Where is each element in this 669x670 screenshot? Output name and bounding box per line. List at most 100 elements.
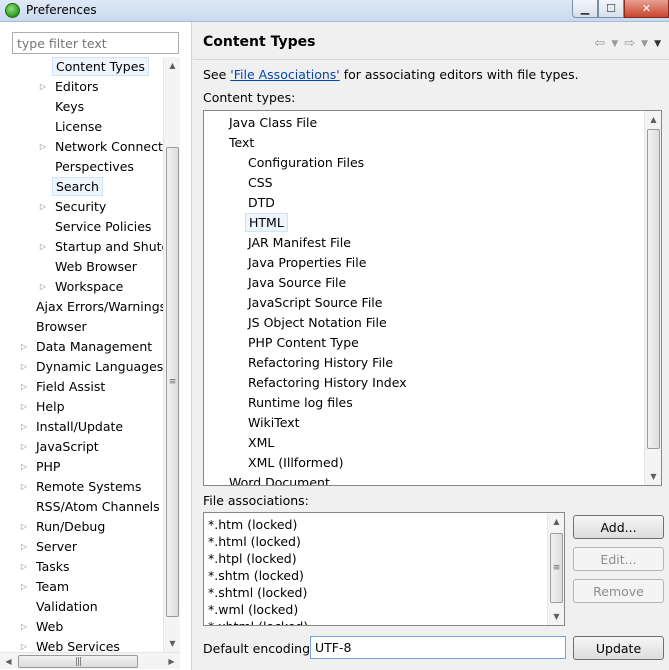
content-type-item[interactable]: XML — [245, 433, 277, 452]
expand-arrow-icon[interactable]: ▷ — [38, 197, 48, 216]
filter-input[interactable] — [12, 32, 179, 54]
back-menu-chevron-icon[interactable]: ▼ — [611, 36, 618, 52]
content-type-item[interactable]: WikiText — [245, 413, 303, 432]
tree-item[interactable]: ▷ Data Management — [0, 337, 163, 356]
tree-item[interactable]: ▷ Security — [0, 197, 163, 216]
forward-menu-chevron-icon[interactable]: ▼ — [641, 36, 648, 52]
tree-item[interactable]: ▷ Run/Debug — [0, 517, 163, 536]
content-type-item[interactable]: Java Source File — [245, 273, 349, 292]
expand-arrow-icon[interactable]: ▷ — [19, 557, 29, 576]
expand-arrow-icon[interactable]: ▷ — [38, 137, 48, 156]
tree-item[interactable]: Browser — [0, 317, 163, 336]
tree-item[interactable]: ▷ Team — [0, 577, 163, 596]
content-types-scroll-thumb[interactable] — [647, 129, 660, 449]
content-type-item[interactable]: HTML — [245, 213, 288, 232]
maximize-button[interactable]: ☐ — [598, 0, 624, 18]
content-type-item[interactable]: Word Document — [226, 473, 333, 485]
expand-arrow-icon[interactable]: ▷ — [19, 457, 29, 476]
content-type-item[interactable]: Refactoring History Index — [245, 373, 410, 392]
tree-item[interactable]: ▷ Editors — [0, 77, 163, 96]
tree-item[interactable]: ▷ Network Connectio — [0, 137, 163, 156]
scroll-left-icon[interactable]: ◀ — [0, 653, 17, 670]
scroll-up-icon[interactable]: ▲ — [164, 57, 181, 74]
tree-item[interactable]: Perspectives — [0, 157, 163, 176]
content-type-item[interactable]: Runtime log files — [245, 393, 356, 412]
tree-item[interactable]: License — [0, 117, 163, 136]
expand-arrow-icon[interactable]: ▷ — [38, 237, 48, 256]
add-button[interactable]: Add... — [573, 515, 664, 539]
file-association-item[interactable]: *.html (locked) — [208, 533, 301, 550]
file-associations-scrollbar[interactable]: ▲ ≡ ▼ — [547, 513, 564, 625]
expand-arrow-icon[interactable]: ▷ — [38, 277, 48, 296]
expand-arrow-icon[interactable]: ▷ — [38, 77, 48, 96]
tree-item[interactable]: ▷ JavaScript — [0, 437, 163, 456]
content-type-item[interactable]: JAR Manifest File — [245, 233, 354, 252]
file-association-item[interactable]: *.shtml (locked) — [208, 584, 307, 601]
expand-arrow-icon[interactable]: ▷ — [19, 537, 29, 556]
remove-button[interactable]: Remove — [573, 579, 664, 603]
scroll-right-icon[interactable]: ▶ — [163, 653, 180, 670]
content-type-item[interactable]: JS Object Notation File — [245, 313, 390, 332]
tree-item[interactable]: RSS/Atom Channels — [0, 497, 163, 516]
file-association-item[interactable]: *.wml (locked) — [208, 601, 298, 618]
close-button[interactable]: ✕ — [624, 0, 669, 18]
tree-item[interactable]: ▷ Startup and Shutd — [0, 237, 163, 256]
scroll-down-icon[interactable]: ▼ — [164, 635, 181, 652]
expand-arrow-icon[interactable]: ▷ — [19, 337, 29, 356]
tree-item[interactable]: Keys — [0, 97, 163, 116]
tree-item[interactable]: ▷ Dynamic Languages — [0, 357, 163, 376]
view-menu-chevron-icon[interactable]: ▼ — [654, 36, 661, 52]
scroll-down-icon[interactable]: ▼ — [548, 608, 564, 625]
file-association-item[interactable]: *.htm (locked) — [208, 516, 297, 533]
minimize-button[interactable]: ▁ — [572, 0, 598, 18]
tree-item[interactable]: ▷ Remote Systems — [0, 477, 163, 496]
file-assoc-scroll-thumb[interactable]: ≡ — [550, 533, 563, 603]
tree-item[interactable]: ▷ Workspace — [0, 277, 163, 296]
tree-item[interactable]: Service Policies — [0, 217, 163, 236]
scroll-up-icon[interactable]: ▲ — [645, 111, 661, 128]
content-type-item[interactable]: Text — [226, 133, 257, 152]
tree-item[interactable]: Ajax Errors/Warnings — [0, 297, 163, 316]
tree-item[interactable]: ▷ Server — [0, 537, 163, 556]
expand-arrow-icon[interactable]: ▷ — [19, 637, 29, 652]
back-arrow-icon[interactable]: ⇦ — [594, 36, 605, 52]
tree-item[interactable]: Search — [0, 177, 163, 196]
content-type-item[interactable]: Java Properties File — [245, 253, 369, 272]
expand-arrow-icon[interactable]: ▷ — [19, 357, 29, 376]
content-type-item[interactable]: Refactoring History File — [245, 353, 396, 372]
tree-item[interactable]: ▷ Install/Update — [0, 417, 163, 436]
tree-item[interactable]: Content Types — [0, 57, 163, 76]
file-association-item[interactable]: *.htpl (locked) — [208, 550, 297, 567]
tree-vscroll-thumb[interactable]: ≡ — [166, 147, 179, 617]
scroll-up-icon[interactable]: ▲ — [548, 513, 564, 530]
scroll-down-icon[interactable]: ▼ — [645, 468, 661, 485]
tree-item[interactable]: ▷ PHP — [0, 457, 163, 476]
expand-arrow-icon[interactable]: ▷ — [19, 437, 29, 456]
default-encoding-input[interactable] — [310, 636, 566, 659]
content-type-item[interactable]: JavaScript Source File — [245, 293, 385, 312]
content-type-item[interactable]: DTD — [245, 193, 278, 212]
file-association-item[interactable]: *.shtm (locked) — [208, 567, 304, 584]
expand-arrow-icon[interactable]: ▷ — [19, 517, 29, 536]
update-button[interactable]: Update — [573, 636, 664, 660]
expand-arrow-icon[interactable]: ▷ — [19, 397, 29, 416]
content-type-item[interactable]: Configuration Files — [245, 153, 367, 172]
expand-arrow-icon[interactable]: ▷ — [19, 377, 29, 396]
file-association-item[interactable]: *.xhtml (locked) — [208, 618, 308, 625]
content-type-item[interactable]: PHP Content Type — [245, 333, 362, 352]
tree-horizontal-scrollbar[interactable]: ◀ ||| ▶ — [0, 652, 180, 669]
content-type-item[interactable]: XML (Illformed) — [245, 453, 346, 472]
edit-button[interactable]: Edit... — [573, 547, 664, 571]
tree-item[interactable]: ▷ Help — [0, 397, 163, 416]
content-type-item[interactable]: Java Class File — [226, 113, 320, 132]
forward-arrow-icon[interactable]: ⇨ — [624, 36, 635, 52]
expand-arrow-icon[interactable]: ▷ — [19, 477, 29, 496]
tree-item[interactable]: Web Browser — [0, 257, 163, 276]
tree-item[interactable]: ▷ Web — [0, 617, 163, 636]
expand-arrow-icon[interactable]: ▷ — [19, 417, 29, 436]
tree-item[interactable]: ▷ Web Services — [0, 637, 163, 652]
content-type-item[interactable]: CSS — [245, 173, 276, 192]
tree-item[interactable]: ▷ Field Assist — [0, 377, 163, 396]
expand-arrow-icon[interactable]: ▷ — [19, 577, 29, 596]
content-types-scrollbar[interactable]: ▲ ▼ — [644, 111, 661, 485]
